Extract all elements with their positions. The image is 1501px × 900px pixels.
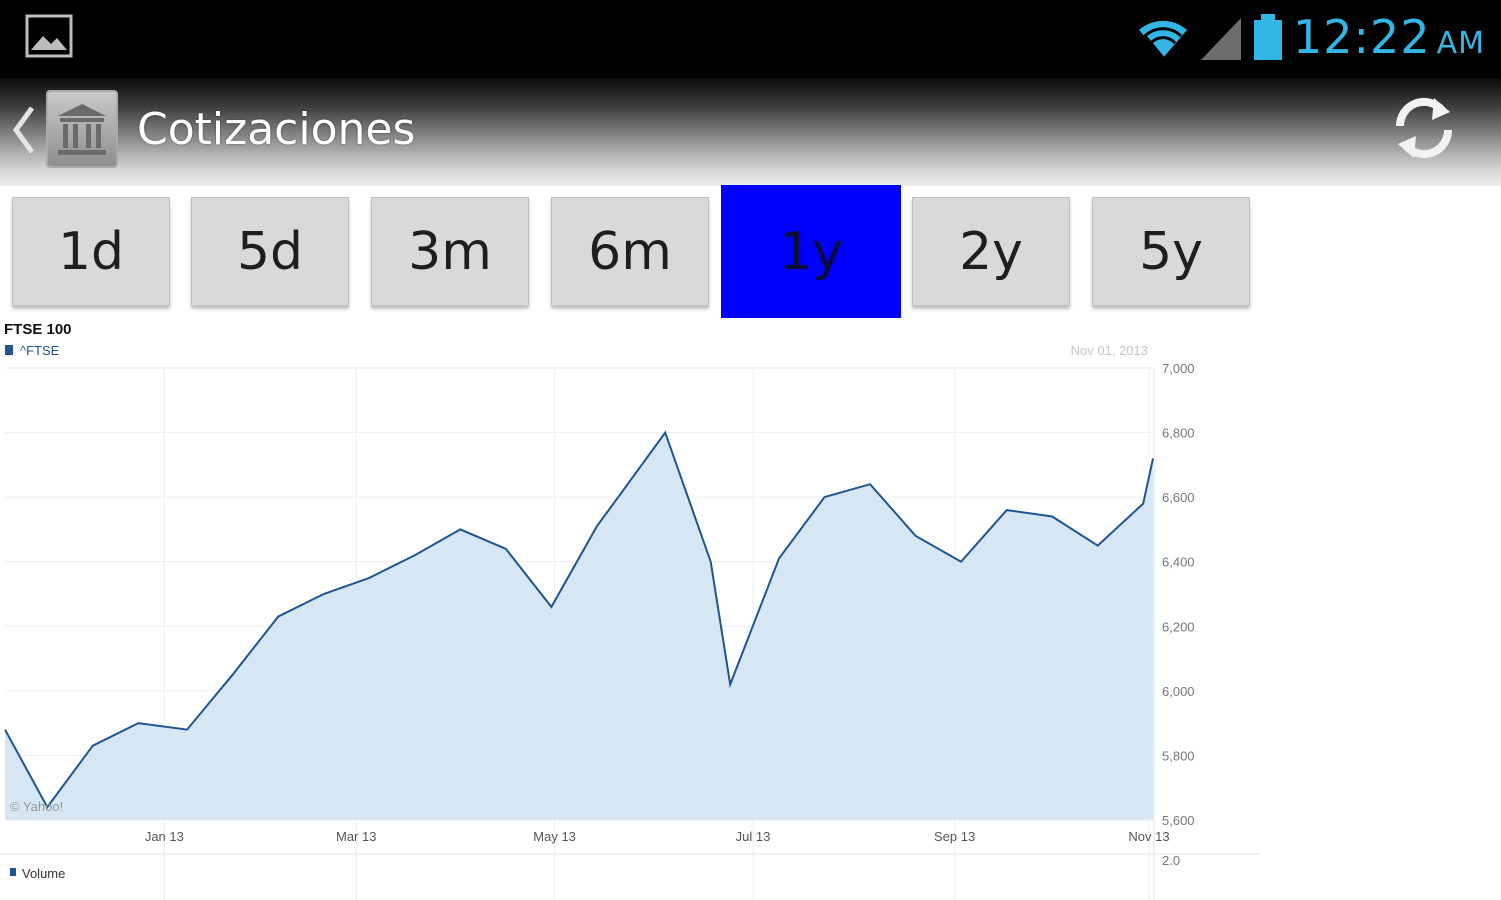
range-button-5y[interactable]: 5y — [1092, 197, 1250, 306]
volume-tick: 2.0 — [1162, 853, 1180, 868]
bank-icon[interactable] — [46, 90, 118, 168]
signal-icon — [1201, 18, 1242, 60]
y-tick-label: 7,000 — [1162, 361, 1195, 376]
range-button-3m[interactable]: 3m — [371, 197, 529, 306]
wifi-icon — [1139, 20, 1188, 59]
x-axis-ticks: Jan 13 Mar 13 May 13 Jul 13 Sep 13 Nov 13 — [145, 829, 1170, 844]
legend-label: ^FTSE — [20, 343, 60, 358]
volume-label: Volume — [22, 866, 65, 881]
x-tick-label: May 13 — [533, 829, 576, 844]
gallery-icon — [25, 14, 73, 58]
price-chart: 7,000 6,800 6,600 6,400 6,200 6,000 5,800 5,600… — [0, 318, 1260, 900]
x-tick-label: Sep 13 — [934, 829, 975, 844]
x-tick-label: Nov 13 — [1128, 829, 1169, 844]
date-label: Nov 01, 2013 — [1071, 343, 1148, 358]
clock: 12:22 AM — [1293, 10, 1485, 64]
x-tick-label: Jul 13 — [736, 829, 771, 844]
back-chevron-icon[interactable] — [8, 102, 38, 158]
range-button-1d[interactable]: 1d — [12, 197, 170, 306]
volume-swatch — [10, 868, 16, 876]
x-tick-label: Mar 13 — [336, 829, 376, 844]
app-title: Cotizaciones — [137, 104, 416, 155]
y-tick-label: 6,200 — [1162, 619, 1195, 634]
y-tick-label: 6,800 — [1162, 426, 1195, 441]
range-button-1y[interactable]: 1y — [721, 185, 901, 318]
watermark: © Yahoo! — [10, 799, 63, 814]
y-tick-label: 6,400 — [1162, 555, 1195, 570]
status-indicators: 12:22 AM — [1135, 6, 1485, 68]
refresh-icon[interactable] — [1388, 90, 1460, 166]
legend-swatch — [5, 345, 13, 355]
y-tick-label: 5,600 — [1162, 813, 1195, 828]
chart-title: FTSE 100 — [4, 321, 72, 338]
y-axis-ticks: 7,000 6,800 6,600 6,400 6,200 6,000 5,800 5,600 — [1162, 361, 1195, 828]
y-tick-label: 5,800 — [1162, 748, 1195, 763]
range-button-2y[interactable]: 2y — [912, 197, 1070, 306]
bank-icon-glyph — [58, 104, 106, 155]
y-tick-label: 6,000 — [1162, 684, 1195, 699]
range-button-5d[interactable]: 5d — [191, 197, 349, 306]
range-button-6m[interactable]: 6m — [551, 197, 709, 306]
price-chart-svg: 7,000 6,800 6,600 6,400 6,200 6,000 5,800 5,600… — [0, 321, 1260, 900]
y-tick-label: 6,600 — [1162, 490, 1195, 505]
status-bar: 12:22 AM — [0, 0, 1501, 78]
x-tick-label: Jan 13 — [145, 829, 184, 844]
clock-time: 12:22 — [1293, 10, 1431, 64]
action-bar: Cotizaciones — [0, 78, 1501, 186]
battery-icon — [1254, 14, 1283, 60]
clock-ampm: AM — [1436, 26, 1485, 61]
